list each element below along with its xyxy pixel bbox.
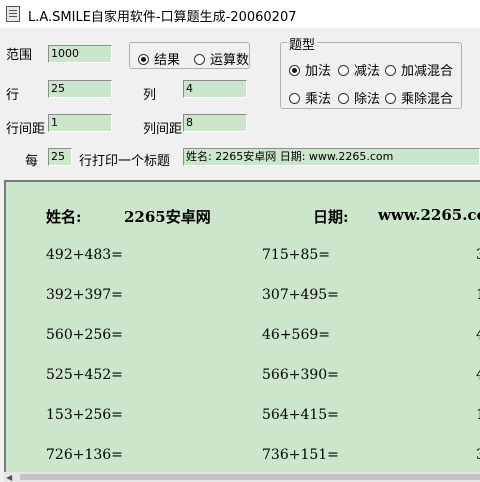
problem-cell: 392+397= [46, 287, 123, 303]
radio-selected-icon [138, 54, 149, 65]
window-title: L.A.SMILE自家用软件-口算题生成-20060207 [28, 10, 297, 25]
problem-cell: 525+452= [46, 367, 123, 383]
radio-unselected-icon [338, 65, 349, 76]
problem-cell: 492+483= [46, 247, 123, 263]
problem-cell: 715+85= [262, 247, 330, 263]
rows-label: 行 [6, 88, 20, 103]
type-radio-add[interactable]: 加法 [289, 60, 331, 79]
sheet-header-url: www.2265.com [378, 206, 480, 224]
type-radio-divide[interactable]: 除法 [338, 88, 380, 107]
problem-cell: 736+151= [262, 447, 339, 463]
sheet-header-site: 2265安卓网 [124, 208, 211, 226]
result-radio-label: 结果 [154, 53, 181, 68]
type-radio-label: 减法 [354, 64, 381, 79]
problem-cell: 3 [476, 447, 480, 463]
operand-radio-label: 运算数 [210, 53, 250, 68]
type-radio-label: 乘除混合 [401, 92, 454, 107]
row-gap-input[interactable]: 1 [48, 114, 112, 132]
cols-input[interactable]: 4 [183, 80, 247, 98]
range-label: 范围 [6, 48, 33, 63]
per-suffix-label: 行打印一个标题 [79, 154, 171, 169]
rows-input[interactable]: 25 [48, 80, 112, 98]
per-prefix-label: 每 [25, 154, 39, 169]
cols-label: 列 [143, 88, 157, 103]
radio-unselected-icon [289, 93, 300, 104]
sheet-header-name: 姓名: [46, 208, 82, 226]
question-type-title: 题型 [287, 34, 318, 53]
problem-cell: 1 [476, 287, 480, 303]
problem-cell: 566+390= [262, 367, 339, 383]
radio-unselected-icon [194, 54, 205, 65]
app-document-icon [6, 6, 20, 22]
problem-cell: 564+415= [262, 407, 339, 423]
result-radio[interactable]: 结果 [138, 49, 180, 68]
sheet-header-date: 日期: [313, 208, 349, 226]
title-bar: L.A.SMILE自家用软件-口算题生成-20060207 [0, 0, 480, 28]
header-interval-input[interactable]: 25 [48, 148, 72, 166]
type-radio-label: 除法 [354, 92, 381, 107]
col-gap-input[interactable]: 8 [183, 114, 247, 132]
radio-unselected-icon [385, 93, 396, 104]
header-text-input[interactable]: 姓名: 2265安卓网 日期: www.2265.com [183, 148, 480, 166]
type-radio-label: 加法 [305, 64, 332, 79]
problem-cell: 726+136= [46, 447, 123, 463]
range-input[interactable]: 1000 [48, 45, 112, 63]
scrollbar-thumb[interactable] [20, 474, 480, 480]
type-radio-label: 乘法 [305, 92, 332, 107]
mode-group: 结果 运算数 [129, 42, 250, 69]
type-radio-add-sub-mixed[interactable]: 加减混合 [385, 60, 453, 79]
type-radio-multiply[interactable]: 乘法 [289, 88, 331, 107]
problem-cell: 307+495= [262, 287, 339, 303]
horizontal-scrollbar[interactable]: ◀ [4, 472, 480, 482]
scroll-left-arrow-icon[interactable]: ◀ [6, 473, 12, 482]
question-type-group: 题型 加法 减法 加减混合 乘法 除法 乘除混合 [280, 34, 462, 109]
row-gap-label: 行间距 [6, 122, 46, 137]
operand-radio[interactable]: 运算数 [194, 49, 249, 68]
worksheet-preview[interactable]: 姓名: 2265安卓网 日期: www.2265.com 492+483= 71… [4, 180, 480, 482]
type-radio-mul-div-mixed[interactable]: 乘除混合 [385, 88, 453, 107]
type-radio-subtract[interactable]: 减法 [338, 60, 380, 79]
problem-cell: 560+256= [46, 327, 123, 343]
type-radio-label: 加减混合 [401, 64, 454, 79]
radio-unselected-icon [385, 65, 396, 76]
radio-selected-icon [289, 65, 300, 76]
problem-cell: 4 [476, 327, 480, 343]
col-gap-label: 列间距 [143, 122, 183, 137]
problem-cell: 1 [476, 407, 480, 423]
problem-cell: 46+569= [262, 327, 330, 343]
radio-unselected-icon [338, 93, 349, 104]
problem-cell: 4 [476, 367, 480, 383]
problem-cell: 153+256= [46, 407, 123, 423]
problem-cell: 3 [476, 247, 480, 263]
